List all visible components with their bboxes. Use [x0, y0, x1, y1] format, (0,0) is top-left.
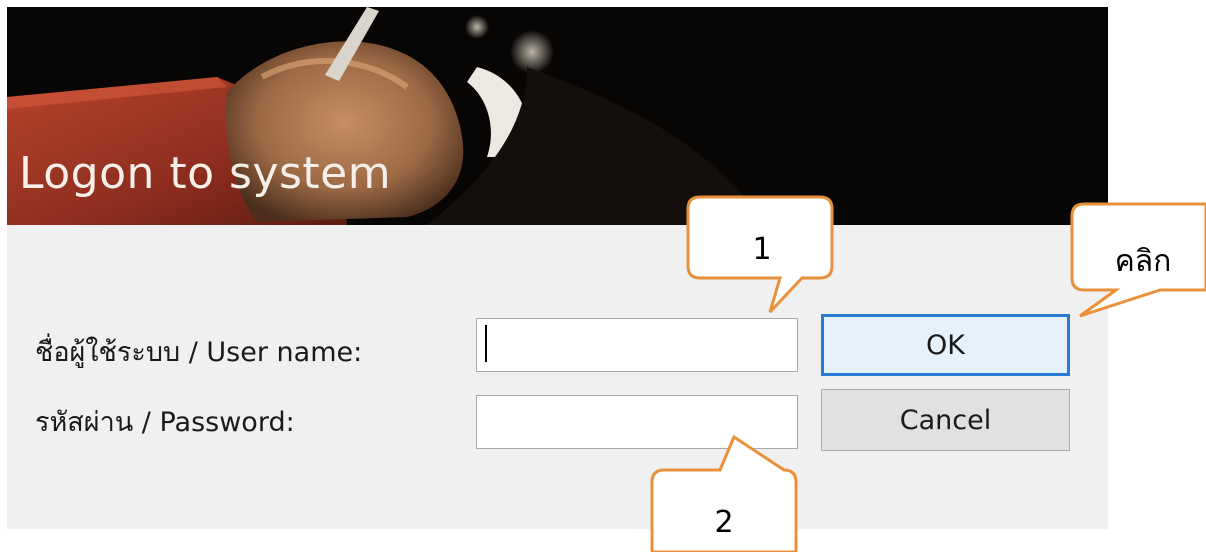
- callout-2-label: 2: [714, 505, 734, 540]
- callout-layer: [650, 195, 1206, 552]
- callout-click-label: คลิก: [1114, 244, 1172, 279]
- callout-1-label: 1: [752, 232, 772, 267]
